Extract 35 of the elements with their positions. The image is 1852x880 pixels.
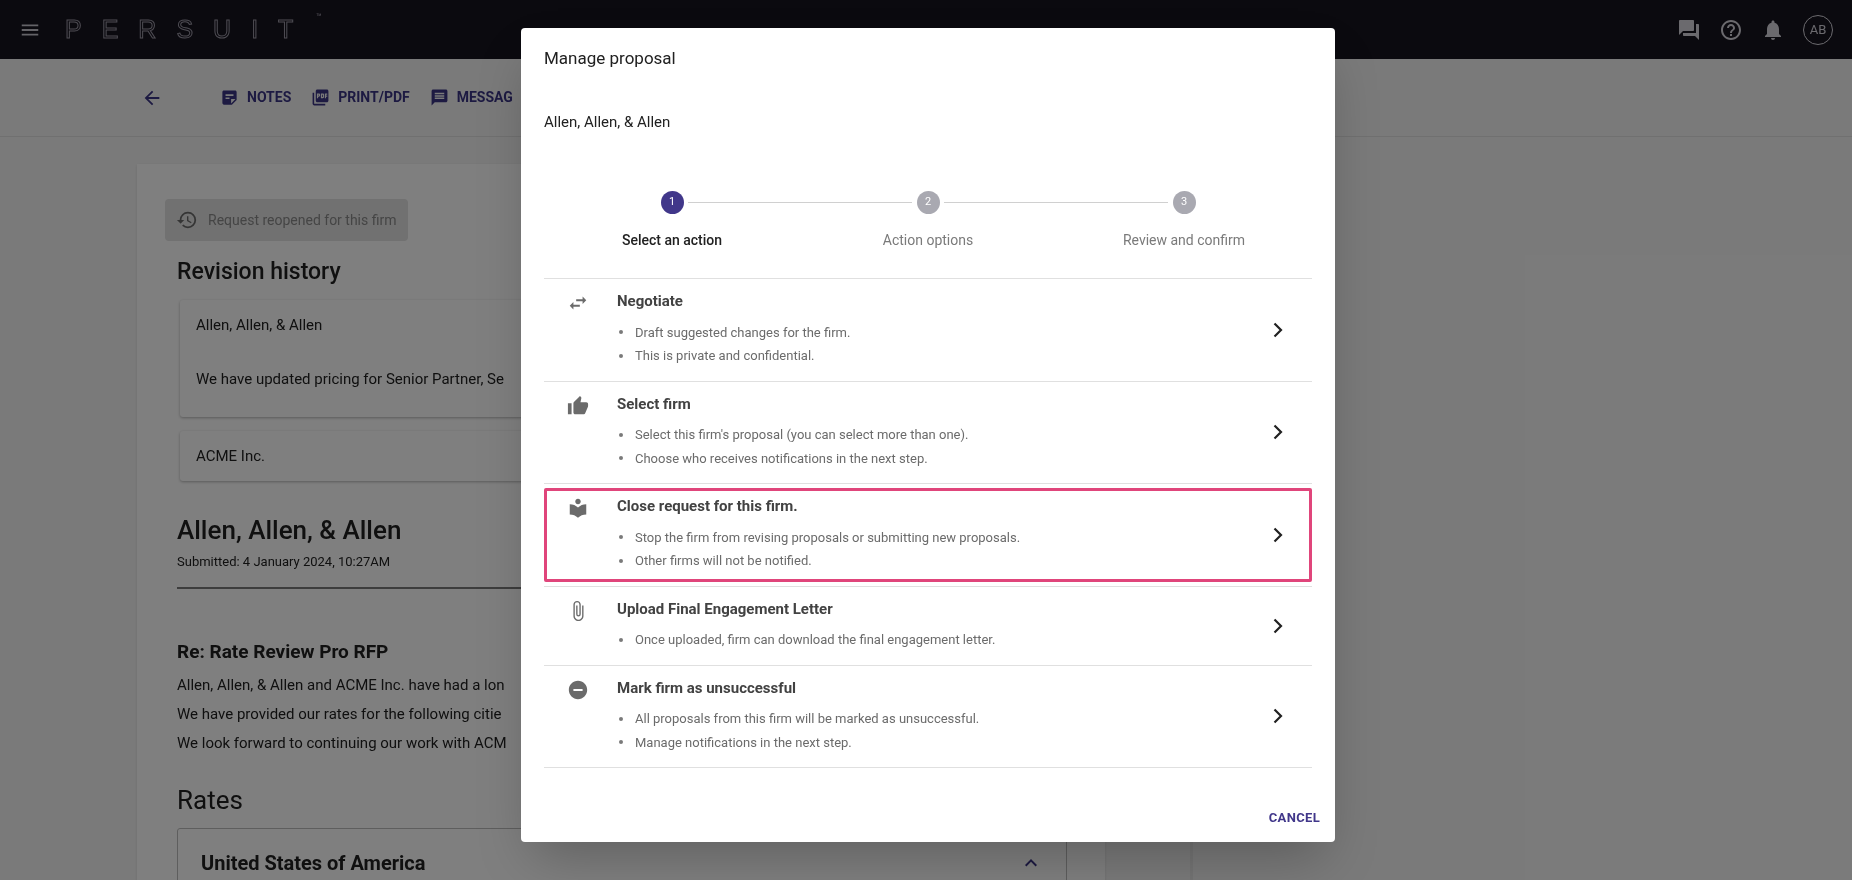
option-description: Manage notifications in the next step. <box>635 733 852 752</box>
option-description: Draft suggested changes for the firm. <box>635 323 851 342</box>
subject-heading: Re: Rate Review Pro RFP <box>177 638 389 665</box>
option-title: Mark firm as unsuccessful <box>617 677 797 699</box>
trademark: ™ <box>316 10 322 24</box>
revision-author: ACME Inc. <box>196 445 265 467</box>
option-description: This is private and confidential. <box>635 347 815 365</box>
revision-author: Allen, Allen, & Allen <box>196 314 323 336</box>
dialog-title: Manage proposal <box>544 47 677 70</box>
option-description: Once uploaded, firm can download the final engagement letter. <box>635 631 996 649</box>
firm-name: Allen, Allen, & Allen <box>544 111 672 133</box>
section-heading: Rates <box>177 784 243 817</box>
step-number: 2 <box>916 191 940 214</box>
option-description: Stop the firm from revising proposals or submitting new proposals. <box>635 528 1021 547</box>
submitted-date: Submitted: 4 January 2024, 10:27AM <box>177 553 391 571</box>
section-heading: Revision history <box>177 257 341 287</box>
paragraph: We look forward to continuing our work with ACM <box>177 733 507 754</box>
option-title: Select firm <box>617 393 692 415</box>
step-number: 3 <box>1172 191 1196 214</box>
option-title: Negotiate <box>617 291 684 312</box>
firm-heading: Allen, Allen, & Allen <box>177 514 402 547</box>
option-description: Other firms will not be notified. <box>635 552 812 570</box>
option-description: Choose who receives notifications in the next step. <box>635 449 928 468</box>
step-label: Select an action <box>621 231 723 250</box>
revision-message: We have updated pricing for Senior Partner, Se <box>196 369 504 390</box>
step-label: Review and confirm <box>1122 231 1246 250</box>
option-description: All proposals from this firm will be marked as unsuccessful. <box>635 710 980 728</box>
paragraph: Allen, Allen, & Allen and ACME Inc. have had a lon <box>177 675 505 696</box>
paragraph: We have provided our rates for the following citie <box>177 704 502 725</box>
step-number: 1 <box>660 191 684 214</box>
option-description: Select this firm's proposal (you can select more than one). <box>635 426 969 444</box>
step-label: Action options <box>882 231 974 250</box>
accordion-title: United States of America <box>201 850 426 877</box>
option-title: Upload Final Engagement Letter <box>617 598 834 620</box>
option-title: Close request for this firm. <box>617 496 799 517</box>
